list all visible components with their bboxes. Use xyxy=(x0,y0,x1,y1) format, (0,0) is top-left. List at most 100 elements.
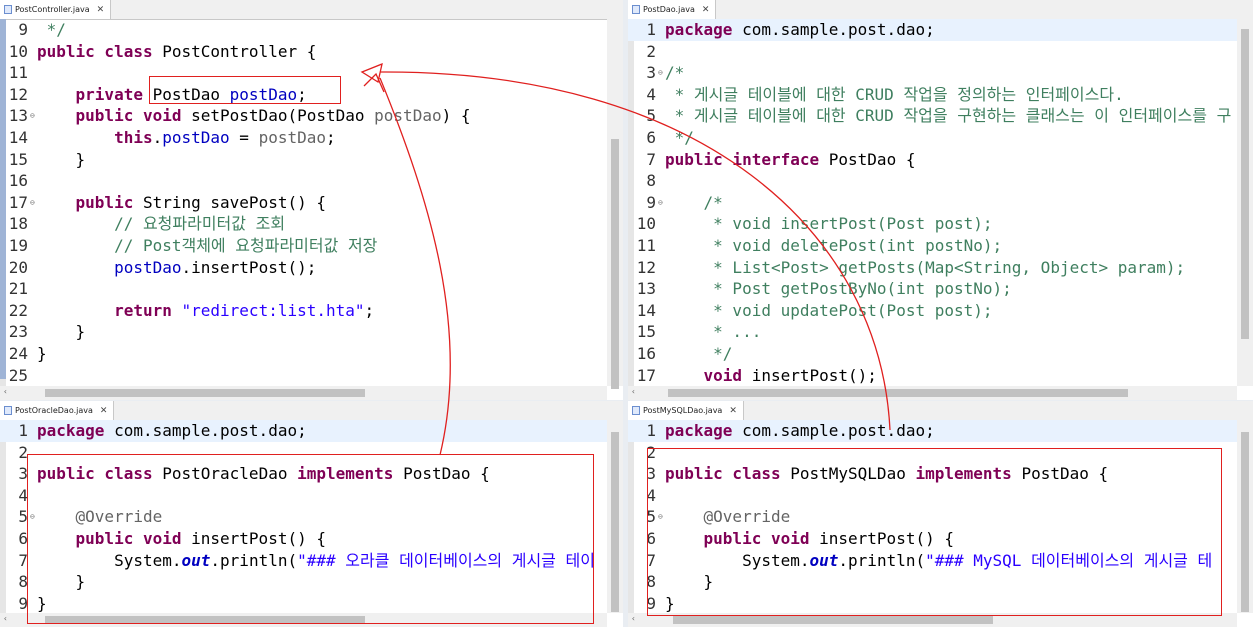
line-number: 1 xyxy=(18,421,28,440)
fold-toggle-icon[interactable]: ⊖ xyxy=(658,65,663,81)
code-line[interactable]: 1 package com.sample.post.dao; xyxy=(628,420,1237,442)
code-line[interactable]: 20 postDao.insertPost(); xyxy=(0,257,607,279)
line-number: 14 xyxy=(636,300,656,320)
scroll-left-icon[interactable]: ‹ xyxy=(631,614,636,623)
code-text: */ xyxy=(665,343,732,365)
close-icon[interactable]: ✕ xyxy=(97,5,105,15)
fold-toggle-icon[interactable]: ⊖ xyxy=(30,195,35,211)
vertical-scrollbar[interactable] xyxy=(1237,19,1253,386)
code-line[interactable]: 10 * void insertPost(Post post); xyxy=(628,213,1237,235)
scroll-left-icon[interactable]: ‹ xyxy=(3,614,8,623)
code-line[interactable]: 4 * 게시글 테이블에 대한 CRUD 작업을 정의하는 인터페이스다. xyxy=(628,84,1237,106)
code-line[interactable]: 18 // 요청파라미터값 조회 xyxy=(0,213,607,235)
code-line[interactable]: 11 * void deletePost(int postNo); xyxy=(628,235,1237,257)
code-line[interactable]: 17 ⊖ public String savePost() { xyxy=(0,192,607,214)
code-token: } xyxy=(37,344,47,363)
code-token: */ xyxy=(665,128,694,147)
code-text: /* xyxy=(665,192,723,214)
code-line[interactable]: 22 return "redirect:list.hta"; xyxy=(0,300,607,322)
code-area[interactable]: 1 package com.sample.post.dao; 2 3 ⊖/* 4 * 게시… xyxy=(628,19,1237,386)
line-number: 18 xyxy=(8,214,28,234)
code-token: /* xyxy=(665,63,685,83)
scroll-left-icon[interactable]: ‹ xyxy=(3,387,8,396)
scroll-left-icon[interactable]: ‹ xyxy=(631,387,636,396)
vertical-scrollbar[interactable] xyxy=(1237,420,1253,613)
code-text: package com.sample.post.dao; xyxy=(665,19,935,41)
code-line[interactable]: 14 this.postDao = postDao; xyxy=(0,127,607,149)
tab-bar: PostDao.java ✕ xyxy=(628,0,1253,20)
line-number: 5 xyxy=(18,507,28,527)
tab-post-controller[interactable]: PostController.java ✕ xyxy=(0,0,112,19)
code-line[interactable]: 14 * void updatePost(Post post); xyxy=(628,300,1237,322)
line-number: 11 xyxy=(8,63,28,83)
horizontal-scrollbar[interactable]: ‹ xyxy=(628,386,1237,400)
code-token: * Post getPostByNo(int postNo); xyxy=(665,279,1012,299)
code-token: * void insertPost(Post post); xyxy=(665,214,993,234)
line-number: 9 xyxy=(646,192,656,212)
close-icon[interactable]: ✕ xyxy=(100,406,108,416)
code-line[interactable]: 8 xyxy=(628,170,1237,192)
code-line[interactable]: 3 ⊖/* xyxy=(628,62,1237,84)
code-line[interactable]: 5 * 게시글 테이블에 대한 CRUD 작업을 구현하는 클래스는 이 인터페… xyxy=(628,105,1237,127)
vertical-scrollbar[interactable] xyxy=(607,420,623,613)
code-line[interactable]: 7 public interface PostDao { xyxy=(628,149,1237,171)
code-line[interactable]: 17 void insertPost(); xyxy=(628,365,1237,386)
code-line[interactable]: 23 } xyxy=(0,321,607,343)
line-number: 20 xyxy=(8,257,28,277)
code-token: // 요청파라미터값 조회 xyxy=(114,214,286,234)
code-line[interactable]: 25 xyxy=(0,365,607,386)
tab-post-dao[interactable]: PostDao.java ✕ xyxy=(628,0,717,19)
line-number: 13 xyxy=(8,106,28,126)
code-line[interactable]: 9 ⊖ /* xyxy=(628,192,1237,214)
code-token: . xyxy=(152,128,163,147)
java-file-icon xyxy=(632,5,640,14)
code-line[interactable]: 1 package com.sample.post.dao; xyxy=(0,420,607,442)
code-token: public void xyxy=(75,106,192,126)
code-text: * 게시글 테이블에 대한 CRUD 작업을 정의하는 인터페이스다. xyxy=(665,84,1124,106)
vertical-scrollbar[interactable] xyxy=(607,19,623,389)
code-text: */ xyxy=(665,127,694,149)
code-line[interactable]: 10 public class PostController { xyxy=(0,41,607,63)
code-line[interactable]: 13 ⊖ public void setPostDao(PostDao postD… xyxy=(0,105,607,127)
line-number: 16 xyxy=(8,171,28,191)
tab-bar: PostController.java ✕ xyxy=(0,0,623,20)
line-number: 6 xyxy=(18,529,28,548)
code-token: "redirect:list.hta" xyxy=(181,300,365,320)
code-token: // Post객체에 요청파라미터값 저장 xyxy=(114,236,378,255)
tab-post-mysql-dao[interactable]: PostMySQLDao.java ✕ xyxy=(628,401,744,420)
code-area[interactable]: 9 */10 public class PostController {11 12 … xyxy=(0,19,607,386)
code-token: } xyxy=(37,149,86,169)
code-line[interactable]: 24} xyxy=(0,343,607,365)
code-line[interactable]: 15 * ... xyxy=(628,321,1237,343)
line-number: 3 xyxy=(18,464,28,484)
tab-label: PostMySQLDao.java xyxy=(643,406,723,415)
line-number: 21 xyxy=(8,279,28,299)
code-line[interactable]: 21 xyxy=(0,278,607,300)
horizontal-scrollbar[interactable]: ‹ xyxy=(0,386,607,400)
line-number: 4 xyxy=(18,485,28,505)
code-token: postDao xyxy=(162,128,230,147)
code-line[interactable]: 16 xyxy=(0,170,607,192)
code-line[interactable]: 1 package com.sample.post.dao; xyxy=(628,19,1237,41)
code-text: * 게시글 테이블에 대한 CRUD 작업을 구현하는 클래스는 이 인터페이스… xyxy=(665,105,1232,127)
line-number: 25 xyxy=(8,365,28,385)
code-text: * void insertPost(Post post); xyxy=(665,213,993,235)
fold-toggle-icon[interactable]: ⊖ xyxy=(30,108,35,124)
code-line[interactable]: 9 */ xyxy=(0,19,607,41)
code-line[interactable]: 19 // Post객체에 요청파라미터값 저장 xyxy=(0,235,607,257)
code-line[interactable]: 6 */ xyxy=(628,127,1237,149)
code-line[interactable]: 13 * Post getPostByNo(int postNo); xyxy=(628,278,1237,300)
line-number: 17 xyxy=(636,365,656,385)
code-line[interactable]: 2 xyxy=(628,41,1237,63)
close-icon[interactable]: ✕ xyxy=(702,5,710,15)
code-line[interactable]: 12 * List<Post> getPosts(Map<String, Obj… xyxy=(628,257,1237,279)
code-line[interactable]: 16 */ xyxy=(628,343,1237,365)
code-line[interactable]: 15 } xyxy=(0,149,607,171)
tab-post-oracle-dao[interactable]: PostOracleDao.java ✕ xyxy=(0,401,115,420)
close-icon[interactable]: ✕ xyxy=(729,406,737,416)
fold-toggle-icon[interactable]: ⊖ xyxy=(658,195,663,211)
code-text: * void updatePost(Post post); xyxy=(665,300,992,322)
